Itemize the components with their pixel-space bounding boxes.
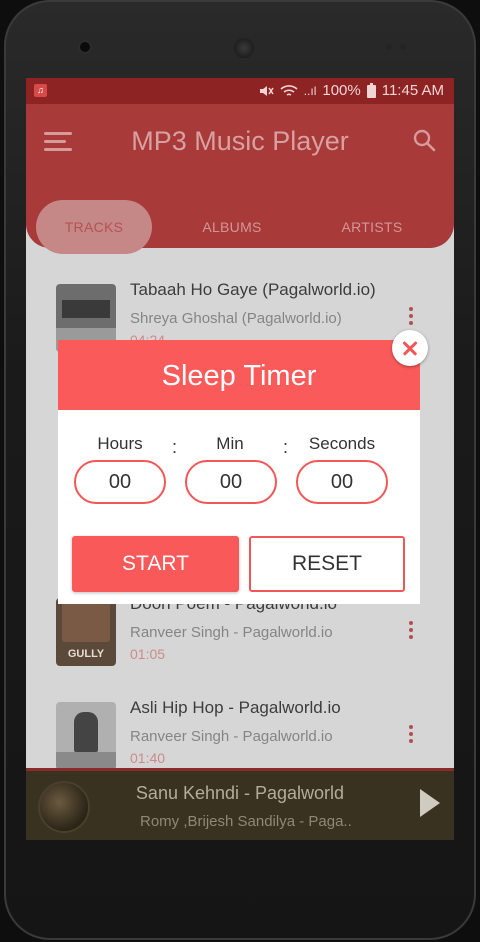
colon-separator: : [172,437,178,457]
notification-app-icon: ♫ [34,84,47,97]
more-vert-icon[interactable] [409,618,415,642]
tab-bar: TRACKS ALBUMS ARTISTS [36,200,444,254]
screen: ♫ ..ıl 100% 11:45 AM MP3 Music Player TR… [26,78,454,840]
track-artist: Ranveer Singh - Pagalworld.io [130,728,333,745]
now-playing-artist: Romy ,Brijesh Sandilya - Paga.. [140,813,352,830]
app-bar: MP3 Music Player TRACKS ALBUMS ARTISTS [26,104,454,254]
now-playing-title: Sanu Kehndi - Pagalworld [135,783,345,803]
status-right: ..ıl 100% 11:45 AM [258,82,444,99]
search-icon[interactable] [412,128,436,152]
album-art: GULLY BOY [56,598,116,666]
battery-percent: 100% [322,82,361,99]
signal-icon: ..ıl [303,83,317,98]
track-duration: 01:40 [130,750,166,766]
track-artist: Shreya Ghoshal (Pagalworld.io) [130,310,342,327]
battery-icon [366,83,376,98]
status-bar: ♫ ..ıl 100% 11:45 AM [26,78,454,104]
front-camera [80,42,90,52]
min-label: Min [216,434,244,453]
status-time: 11:45 AM [381,82,444,99]
tab-artists[interactable]: ARTISTS [312,200,432,254]
play-icon[interactable] [420,789,440,817]
track-artist: Ranveer Singh - Pagalworld.io [130,624,333,641]
gully-boy-logo: GULLY BOY [67,648,105,660]
track-title: Asli Hip Hop - Pagalworld.io [130,698,341,717]
earpiece-speaker [234,38,254,58]
app-title: MP3 Music Player [131,126,349,156]
seconds-label: Seconds [308,434,376,453]
sleep-timer-dialog: Sleep Timer Hours : Min : Seconds 00 00 … [58,340,420,604]
seconds-input[interactable]: 00 [296,460,388,504]
more-vert-icon[interactable] [409,722,415,746]
hours-input[interactable]: 00 [74,460,166,504]
mini-player[interactable]: Sanu Kehndi - Pagalworld Romy ,Brijesh S… [26,768,454,840]
dialog-title: Sleep Timer [58,340,420,410]
more-vert-icon[interactable] [409,304,415,328]
track-duration: 01:05 [130,646,166,662]
tab-albums[interactable]: ALBUMS [172,200,292,254]
colon-separator: : [283,437,289,457]
tab-tracks[interactable]: TRACKS [36,200,152,254]
start-button[interactable]: START [72,536,239,592]
close-icon[interactable] [392,330,428,366]
hours-label: Hours [97,434,143,453]
mute-icon [259,85,274,96]
album-art [56,702,116,770]
minutes-input[interactable]: 00 [185,460,277,504]
proximity-sensor [386,44,392,50]
reset-button[interactable]: RESET [249,536,405,592]
light-sensor [400,44,406,50]
wifi-icon [280,84,298,96]
track-title: Tabaah Ho Gaye (Pagalworld.io) [130,280,376,299]
